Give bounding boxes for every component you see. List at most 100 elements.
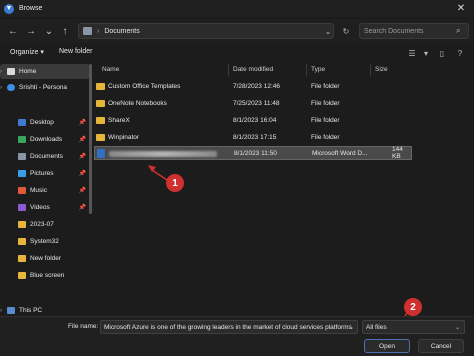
documents-icon <box>18 153 26 160</box>
file-name: OneNote Notebooks <box>108 99 167 107</box>
view-dropdown-icon[interactable]: ▾ <box>420 47 432 59</box>
sidebar-item-blue-screen[interactable]: Blue screen <box>0 268 90 283</box>
file-type-select[interactable]: All files ⌄ <box>362 320 465 334</box>
chevron-down-icon[interactable]: ⌄ <box>455 324 460 331</box>
search-box[interactable]: ⌕ <box>359 23 469 39</box>
file-name-input[interactable] <box>104 323 354 331</box>
sidebar-item-onedrive[interactable]: › Srishti - Persona <box>0 80 90 95</box>
documents-icon <box>83 27 92 35</box>
sidebar-item-downloads[interactable]: Downloads 📌 <box>0 132 90 147</box>
close-button[interactable]: ✕ <box>454 1 468 15</box>
column-header-type[interactable]: Type <box>311 66 325 73</box>
file-type: File folder <box>311 116 340 124</box>
download-icon <box>18 136 26 143</box>
desktop-icon <box>18 119 26 126</box>
file-type: File folder <box>311 82 340 90</box>
pin-icon: 📌 <box>78 205 86 211</box>
sidebar-item-label: Documents <box>30 153 63 160</box>
file-name: Winpinator <box>108 133 140 141</box>
refresh-icon[interactable]: ↻ <box>340 23 352 39</box>
address-bar[interactable]: › Documents <box>78 23 334 39</box>
column-header-size[interactable]: Size <box>375 66 388 73</box>
file-date: 7/25/2023 11:48 <box>233 99 280 107</box>
column-divider[interactable] <box>370 64 371 76</box>
file-type: Microsoft Word D... <box>312 149 368 157</box>
chevron-down-icon[interactable]: ⌄ <box>349 324 354 331</box>
sidebar-item-label: Desktop <box>30 119 54 126</box>
pin-icon: 📌 <box>78 171 86 177</box>
file-name: ShareX <box>108 116 130 124</box>
word-document-icon <box>97 148 105 158</box>
column-header-name[interactable]: Name <box>102 66 119 73</box>
pictures-icon <box>18 170 26 177</box>
file-row[interactable]: ShareX 8/1/2023 16:04 File folder <box>94 113 412 127</box>
open-button[interactable]: Open <box>364 339 410 353</box>
back-button[interactable]: ← <box>6 23 20 39</box>
view-options-icon[interactable]: ☰ <box>406 47 418 59</box>
folder-icon <box>18 272 26 279</box>
sidebar-item-pictures[interactable]: Pictures 📌 <box>0 166 90 181</box>
footer-bar: File name: ⌄ All files ⌄ Open Cancel <box>0 316 474 356</box>
search-icon[interactable]: ⌕ <box>456 26 460 36</box>
sidebar-item-label: System32 <box>30 238 59 245</box>
recent-locations-button[interactable]: ⌄ <box>42 23 56 39</box>
folder-icon <box>18 255 26 262</box>
column-divider[interactable] <box>228 64 229 76</box>
file-row[interactable]: Custom Office Templates 7/28/2023 12:46 … <box>94 79 412 93</box>
callout-2: 2 <box>404 298 422 316</box>
cancel-button[interactable]: Cancel <box>418 339 464 353</box>
folder-icon <box>18 238 26 245</box>
folder-icon <box>96 116 105 124</box>
sidebar-item-label: Videos <box>30 204 50 211</box>
command-bar: Organize ▾ New folder ☰ ▾ ▯ ? <box>0 45 474 61</box>
computer-icon <box>7 307 15 314</box>
folder-icon <box>18 221 26 228</box>
sidebar-item-home[interactable]: › Home <box>0 64 90 79</box>
help-icon[interactable]: ? <box>454 47 466 59</box>
forward-button[interactable]: → <box>24 23 38 39</box>
sidebar-item-new-folder[interactable]: New folder <box>0 251 90 266</box>
file-row[interactable]: Winpinator 8/1/2023 17:15 File folder <box>94 130 412 144</box>
file-row-selected[interactable]: 8/1/2023 11:50 Microsoft Word D... 144 K… <box>94 146 412 160</box>
expand-icon[interactable]: › <box>0 85 7 91</box>
sidebar-item-label: Srishti - Persona <box>19 84 68 91</box>
file-date: 8/1/2023 11:50 <box>234 149 277 157</box>
file-type-value: All files <box>366 323 387 331</box>
file-row[interactable]: OneNote Notebooks 7/25/2023 11:48 File f… <box>94 96 412 110</box>
app-icon: ▼ <box>4 3 14 14</box>
column-divider[interactable] <box>306 64 307 76</box>
breadcrumb-documents[interactable]: Documents <box>104 28 139 35</box>
address-dropdown-icon[interactable]: ⌄ <box>322 23 334 39</box>
music-icon <box>18 187 26 194</box>
file-date: 8/1/2023 16:04 <box>233 116 277 124</box>
pin-icon: 📌 <box>78 188 86 194</box>
column-header-date[interactable]: Date modified <box>233 66 273 73</box>
sidebar-item-desktop[interactable]: Desktop 📌 <box>0 115 90 130</box>
sidebar-item-label: New folder <box>30 255 62 262</box>
callout-1: 1 <box>166 174 184 192</box>
search-input[interactable] <box>364 27 456 35</box>
cloud-icon <box>7 84 15 91</box>
sidebar-item-label: Pictures <box>30 170 54 177</box>
sidebar-item-label: Downloads <box>30 136 63 143</box>
sidebar-item-system32[interactable]: System32 <box>0 234 90 249</box>
new-folder-button[interactable]: New folder <box>59 48 92 55</box>
file-name-field[interactable]: ⌄ <box>100 320 358 334</box>
folder-icon <box>96 133 105 141</box>
sidebar-item-documents[interactable]: Documents 📌 <box>0 149 90 164</box>
folder-icon <box>96 99 105 107</box>
up-button[interactable]: ↑ <box>58 23 72 39</box>
home-icon <box>7 68 15 75</box>
file-name-label: File name: <box>68 323 99 330</box>
sidebar-item-videos[interactable]: Videos 📌 <box>0 200 90 215</box>
folder-icon <box>96 82 105 90</box>
pin-icon: 📌 <box>78 154 86 160</box>
sidebar-scrollbar[interactable] <box>89 64 92 214</box>
expand-icon[interactable]: › <box>0 69 7 75</box>
file-type: File folder <box>311 99 340 107</box>
sidebar-item-music[interactable]: Music 📌 <box>0 183 90 198</box>
sidebar-item-2023-07[interactable]: 2023-07 <box>0 217 90 232</box>
preview-pane-icon[interactable]: ▯ <box>436 47 448 59</box>
expand-icon[interactable]: › <box>0 308 7 314</box>
organize-button[interactable]: Organize ▾ <box>10 48 44 56</box>
